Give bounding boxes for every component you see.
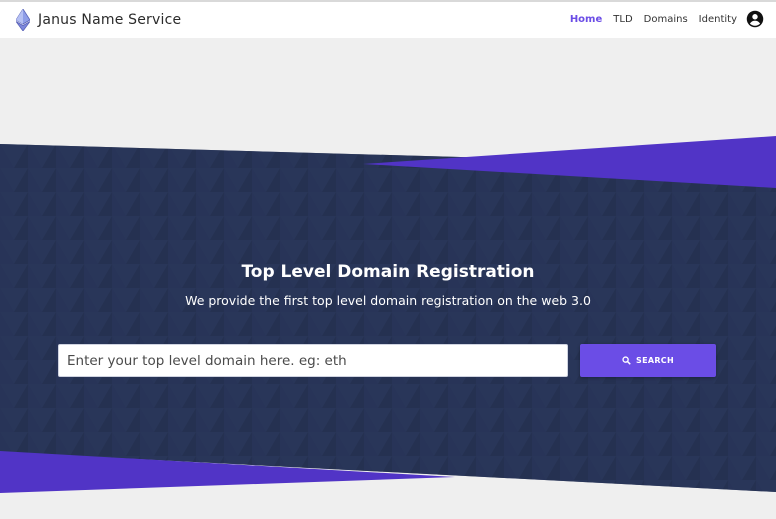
domain-search-input[interactable] [58, 344, 568, 377]
search-icon [622, 356, 631, 365]
hero-background [0, 136, 776, 493]
hero-title: Top Level Domain Registration [241, 262, 535, 282]
search-button[interactable]: SEARCH [580, 344, 716, 377]
search-button-label: SEARCH [636, 356, 674, 365]
hero-subtitle: We provide the first top level domain re… [185, 293, 591, 308]
